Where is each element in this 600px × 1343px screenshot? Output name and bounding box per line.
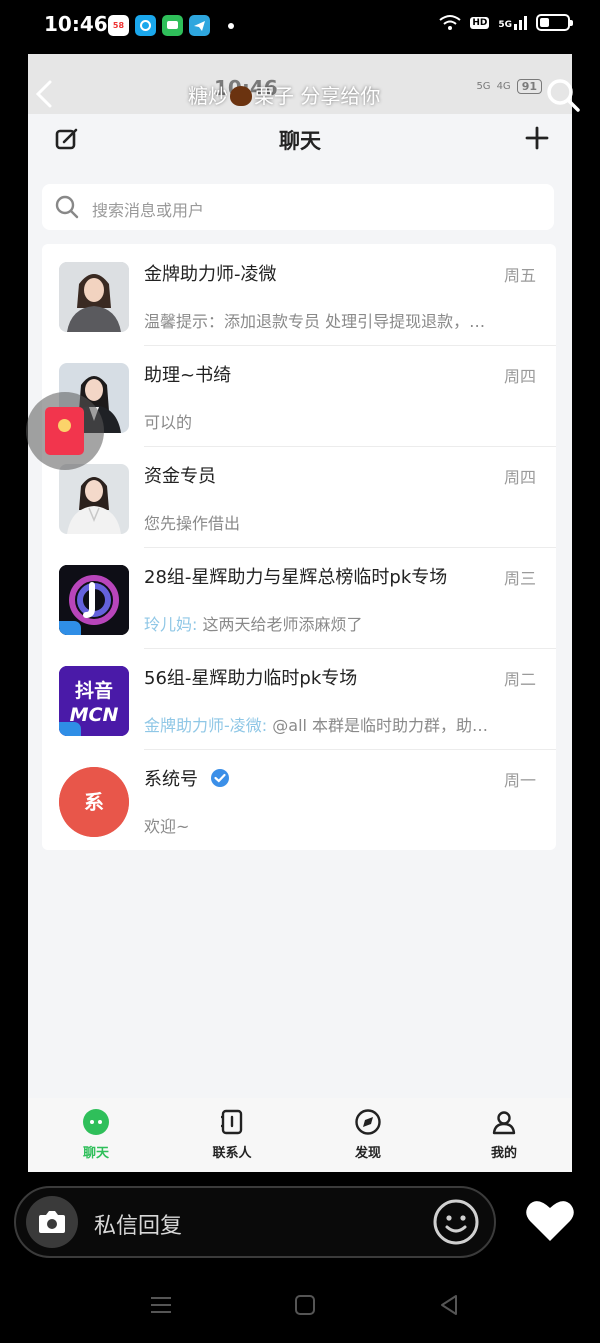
message-sender: 金牌助力师-凌微:	[144, 716, 268, 735]
inner-battery-level: 91	[516, 79, 542, 94]
camera-icon	[39, 1211, 65, 1233]
chat-name: 28组-星辉助力与星辉总榜临时pk专场	[144, 567, 448, 588]
menu-lines-icon[interactable]	[148, 1292, 174, 1318]
inner-5g-label: 5G	[476, 81, 491, 92]
chat-name: 资金专员	[144, 466, 216, 487]
verified-badge-icon	[210, 769, 229, 787]
back-triangle-icon[interactable]	[436, 1292, 462, 1318]
tab-contacts[interactable]: 联系人	[192, 1108, 272, 1161]
system-avatar: 系	[59, 767, 129, 837]
group-avatar: 抖音 MCN	[59, 666, 129, 736]
svg-text:抖音: 抖音	[75, 679, 113, 702]
contacts-book-icon	[221, 1109, 243, 1135]
tab-chat[interactable]: 聊天	[56, 1108, 136, 1161]
chat-time: 周四	[503, 468, 536, 487]
chat-bubble-icon	[83, 1109, 109, 1135]
chestnut-emoji-icon	[230, 86, 252, 106]
back-arrow-icon[interactable]	[32, 78, 58, 110]
chat-list: 金牌助力师-凌微 周五 温馨提示：添加退款专员 处理引导提现退款，… 助理~书绮…	[42, 244, 556, 850]
chat-row[interactable]: 助理~书绮 周四 可以的	[42, 345, 556, 446]
chat-time: 周二	[503, 670, 536, 689]
status-indicators: HD 5G	[439, 14, 573, 31]
camera-button[interactable]	[26, 1196, 78, 1248]
group-avatar	[59, 565, 129, 635]
app-58-icon: 58	[108, 15, 129, 36]
search-input[interactable]: 搜索消息或用户	[42, 184, 554, 230]
search-placeholder: 搜索消息或用户	[92, 201, 205, 220]
group-badge-icon	[59, 621, 81, 635]
battery-icon	[536, 14, 573, 31]
app-browser-icon	[135, 15, 156, 36]
chat-time: 周一	[503, 771, 536, 790]
chat-preview: 玲儿妈: 这两天给老师添麻烦了	[144, 615, 363, 634]
red-packet-float-button[interactable]	[26, 392, 104, 470]
chat-preview: 欢迎~	[144, 817, 190, 836]
chat-preview: 温馨提示：添加退款专员 处理引导提现退款，…	[144, 312, 486, 331]
share-title: 糖炒 栗子 分享给你	[188, 84, 381, 108]
avatar	[59, 262, 129, 332]
notification-dot-icon	[228, 22, 234, 29]
avatar	[59, 464, 129, 534]
chat-row[interactable]: 资金专员 周四 您先操作借出	[42, 446, 556, 547]
person-icon	[492, 1111, 516, 1135]
search-field-icon	[55, 195, 79, 219]
heart-icon[interactable]	[524, 1196, 576, 1244]
plus-icon[interactable]	[524, 125, 550, 151]
status-time: 10:46	[44, 12, 108, 36]
chat-row[interactable]: 抖音 MCN 56组-星辉助力临时pk专场 周二 金牌助力师-凌微: @all …	[42, 648, 556, 749]
chat-row[interactable]: 系 系统号 周一 欢迎~	[42, 749, 556, 850]
cell-signal-icon: 5G	[498, 15, 527, 30]
bottom-tab-bar: 聊天 联系人 发现 我的	[28, 1098, 572, 1172]
chat-preview: 您先操作借出	[144, 514, 241, 533]
compass-icon	[355, 1109, 381, 1135]
status-app-icons: 58	[108, 15, 234, 36]
hd-badge: HD	[470, 16, 490, 29]
chat-name: 系统号	[144, 765, 230, 791]
app-telegram-icon	[189, 15, 210, 36]
reply-input[interactable]: 私信回复	[14, 1186, 496, 1258]
chat-time: 周四	[503, 367, 536, 386]
home-square-icon[interactable]	[292, 1292, 318, 1318]
chat-time: 周五	[503, 266, 536, 285]
page-title: 聊天	[279, 129, 321, 153]
status-bar: 10:46 58 HD 5G	[0, 0, 600, 54]
app-message-icon	[162, 15, 183, 36]
chat-name: 金牌助力师-凌微	[144, 264, 277, 285]
svg-text:系: 系	[84, 790, 104, 814]
tab-me[interactable]: 我的	[464, 1108, 544, 1161]
message-sender: 玲儿妈:	[144, 615, 198, 634]
system-nav-bar	[0, 1280, 600, 1332]
chat-time: 周三	[503, 569, 536, 588]
chat-header: 聊天	[28, 114, 572, 170]
chat-preview: 可以的	[144, 413, 193, 432]
chat-row[interactable]: 金牌助力师-凌微 周五 温馨提示：添加退款专员 处理引导提现退款，…	[42, 244, 556, 345]
tab-discover[interactable]: 发现	[328, 1108, 408, 1161]
group-badge-icon	[59, 722, 81, 736]
inner-status-indicators: 5G 4G 91	[476, 79, 542, 94]
chat-row[interactable]: 28组-星辉助力与星辉总榜临时pk专场 周三 玲儿妈: 这两天给老师添麻烦了	[42, 547, 556, 648]
search-icon[interactable]	[544, 76, 582, 114]
reply-placeholder: 私信回复	[94, 1214, 183, 1239]
red-packet-icon	[45, 407, 84, 455]
chat-preview: 金牌助力师-凌微: @all 本群是临时助力群，助…	[144, 716, 489, 735]
screen-root: 10:46 58 HD 5G 5G 4G 91 糖炒 栗子 分享给你 聊天 搜索…	[0, 0, 600, 1343]
chat-name: 56组-星辉助力临时pk专场	[144, 668, 358, 689]
chat-name: 助理~书绮	[144, 365, 232, 386]
wifi-icon	[439, 15, 461, 30]
inner-4g-label: 4G	[496, 81, 511, 92]
emoji-icon[interactable]	[432, 1198, 480, 1246]
